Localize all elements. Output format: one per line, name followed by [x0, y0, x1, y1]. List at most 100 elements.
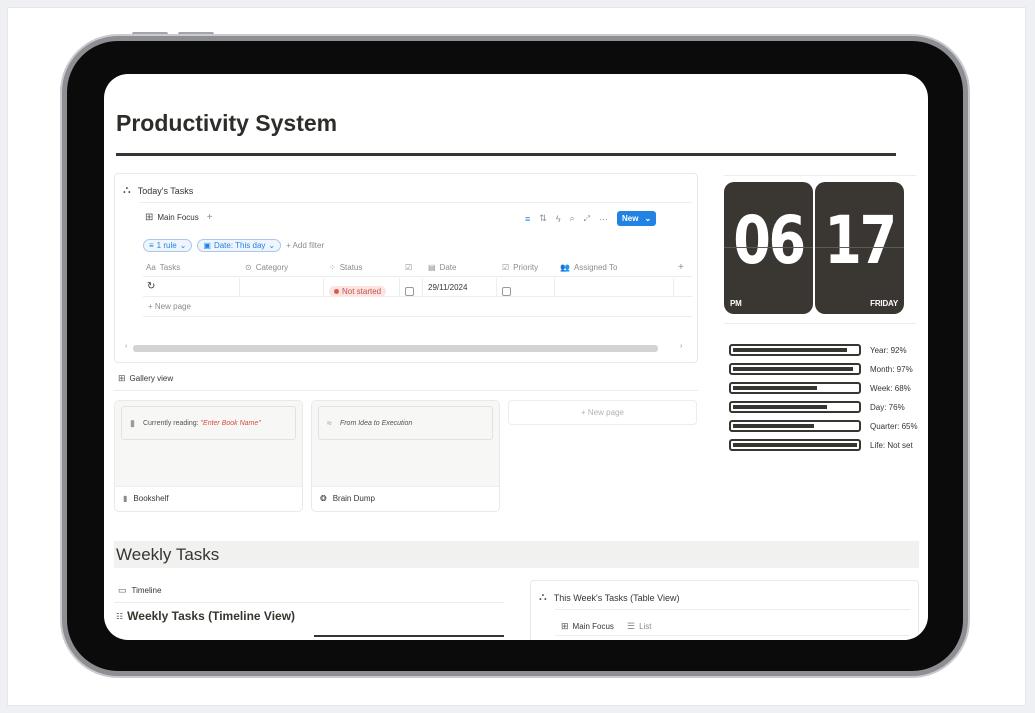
- timeline-icon: ▭: [118, 585, 127, 595]
- date-filter-label: Date: This day: [213, 241, 266, 250]
- column-assigned-to-label: Assigned To: [573, 263, 618, 272]
- column-date[interactable]: ▤ Date: [428, 263, 456, 272]
- sort-icon[interactable]: ⇅: [539, 213, 547, 224]
- preview-highlight: "Enter Book Name": [200, 419, 261, 427]
- scroll-left-icon[interactable]: ‹: [125, 343, 127, 350]
- select-circle-icon: ⊙: [245, 263, 252, 272]
- column-status[interactable]: ⁘ Status: [329, 263, 362, 272]
- progress-fill: [733, 405, 827, 409]
- filter-icon[interactable]: ≡: [525, 214, 530, 224]
- progress-bar: [729, 401, 861, 413]
- status-cell[interactable]: Not started: [329, 281, 387, 299]
- date-filter-pill[interactable]: ▣ Date: This day ⌄: [197, 239, 282, 252]
- progress-bar: [729, 344, 861, 356]
- progress-fill: [733, 367, 853, 371]
- column-status-label: Status: [339, 263, 363, 272]
- cell-divider: [673, 278, 674, 297]
- column-assigned-to[interactable]: 👥 Assigned To: [560, 263, 617, 272]
- add-view-icon[interactable]: +: [207, 212, 213, 223]
- gallery-card-bookshelf[interactable]: ▮ Currently reading: "Enter Book Name" ▮…: [114, 400, 303, 512]
- more-icon[interactable]: ···: [599, 214, 608, 224]
- progress-bar: [729, 382, 861, 394]
- cell-divider: [239, 278, 240, 297]
- gallery-new-page-button[interactable]: + New page: [508, 400, 697, 425]
- scroll-right-icon[interactable]: ›: [680, 343, 682, 350]
- clock-hours-card: 06 PM: [724, 182, 813, 314]
- column-tasks[interactable]: Aa Tasks: [146, 263, 180, 272]
- chevron-down-icon[interactable]: ⌄: [644, 214, 651, 223]
- progress-label: Week: 68%: [870, 384, 911, 393]
- card-title: ❂ Brain Dump: [312, 487, 499, 510]
- progress-label: Month: 97%: [870, 365, 913, 374]
- timeline-tab-label: Timeline: [131, 586, 162, 595]
- status-loader-icon: ⁘: [329, 263, 336, 272]
- search-icon[interactable]: ⌕: [570, 213, 575, 224]
- timeline-tab[interactable]: ▭ Timeline: [118, 585, 161, 596]
- divider: [555, 635, 910, 636]
- table-row[interactable]: ↻ Not started 29/11/2024: [143, 278, 692, 297]
- task-recurring-icon[interactable]: ↻: [147, 281, 155, 292]
- clock-minutes-card: 17 FRIDAY: [815, 182, 904, 314]
- horizontal-scrollbar[interactable]: [133, 345, 658, 352]
- cell-divider: [399, 278, 400, 297]
- status-badge: Not started: [329, 286, 387, 297]
- preview-prefix: Currently reading:: [142, 419, 201, 427]
- rule-filter-label: 1 rule: [156, 241, 177, 250]
- cell-divider: [422, 278, 423, 297]
- new-button[interactable]: New ⌄: [617, 211, 657, 226]
- column-tasks-label: Tasks: [159, 263, 181, 272]
- progress-label: Life: Not set: [870, 441, 913, 450]
- brain-icon: ❂: [320, 494, 327, 503]
- preview-block: ▮ Currently reading: "Enter Book Name": [121, 406, 296, 440]
- new-page-button[interactable]: + New page: [148, 302, 191, 311]
- list-icon: ☰: [627, 621, 636, 631]
- column-date-label: Date: [439, 263, 457, 272]
- chevron-down-icon: ⌄: [179, 241, 187, 250]
- done-checkbox[interactable]: [405, 283, 414, 301]
- divider: [114, 602, 504, 603]
- timeline-bars-icon: ☷: [116, 611, 124, 621]
- timeline-view-title: ☷ Weekly Tasks (Timeline View): [116, 609, 295, 623]
- tab-weekly-list-label: List: [639, 622, 652, 631]
- column-checkbox[interactable]: ☑: [405, 263, 416, 272]
- progress-label: Quarter: 65%: [870, 422, 918, 431]
- filter-lines-icon: ≡: [149, 241, 154, 250]
- column-priority-label: Priority: [513, 263, 539, 272]
- column-category[interactable]: ⊙ Category: [245, 263, 288, 272]
- card-title-label: Bookshelf: [133, 494, 169, 503]
- checkbox[interactable]: [405, 287, 414, 296]
- gallery-view-tab[interactable]: ⊞ Gallery view: [118, 373, 173, 384]
- rule-filter-pill[interactable]: ≡ 1 rule ⌄: [143, 239, 193, 252]
- view-toolbar: ≡ ⇅ ϟ ⌕ ⤢ ··· New ⌄: [525, 211, 657, 226]
- page-title: Productivity System: [116, 110, 338, 136]
- wave-icon: ≈: [327, 418, 332, 428]
- gallery-card-brain-dump[interactable]: ≈ From Idea to Execution ❂ Brain Dump: [311, 400, 500, 512]
- cell-divider: [554, 278, 555, 297]
- add-column-icon[interactable]: +: [678, 262, 684, 273]
- progress-fill: [733, 348, 847, 352]
- checkbox[interactable]: [502, 287, 511, 296]
- flip-divider: [815, 247, 904, 248]
- clock-day: FRIDAY: [870, 299, 898, 308]
- column-priority[interactable]: ☑ Priority: [502, 263, 538, 272]
- status-badge-label: Not started: [342, 287, 382, 296]
- tab-main-focus[interactable]: ⊞ Main Focus +: [145, 212, 213, 223]
- tab-weekly-list[interactable]: ☰ List: [627, 621, 652, 632]
- checkbox-icon: ☑: [405, 263, 413, 272]
- automation-bolt-icon[interactable]: ϟ: [556, 214, 561, 224]
- tab-weekly-main-focus[interactable]: ⊞ Main Focus: [561, 621, 614, 632]
- table-icon: ⊞: [145, 212, 154, 223]
- expand-icon[interactable]: ⤢: [584, 214, 590, 224]
- gallery-view-label: Gallery view: [129, 374, 174, 383]
- progress-bar: [729, 363, 861, 375]
- date-cell[interactable]: 29/11/2024: [428, 283, 467, 292]
- priority-checkbox[interactable]: [502, 283, 511, 301]
- chevron-down-icon: ⌄: [268, 241, 276, 250]
- title-divider: [116, 153, 896, 156]
- progress-bar: [729, 420, 861, 432]
- clock-minutes: 17: [824, 202, 897, 279]
- book-icon: ▮: [123, 494, 128, 503]
- add-filter-button[interactable]: + Add filter: [286, 241, 324, 250]
- progress-fill: [733, 443, 857, 447]
- clock-hours: 06: [733, 202, 806, 279]
